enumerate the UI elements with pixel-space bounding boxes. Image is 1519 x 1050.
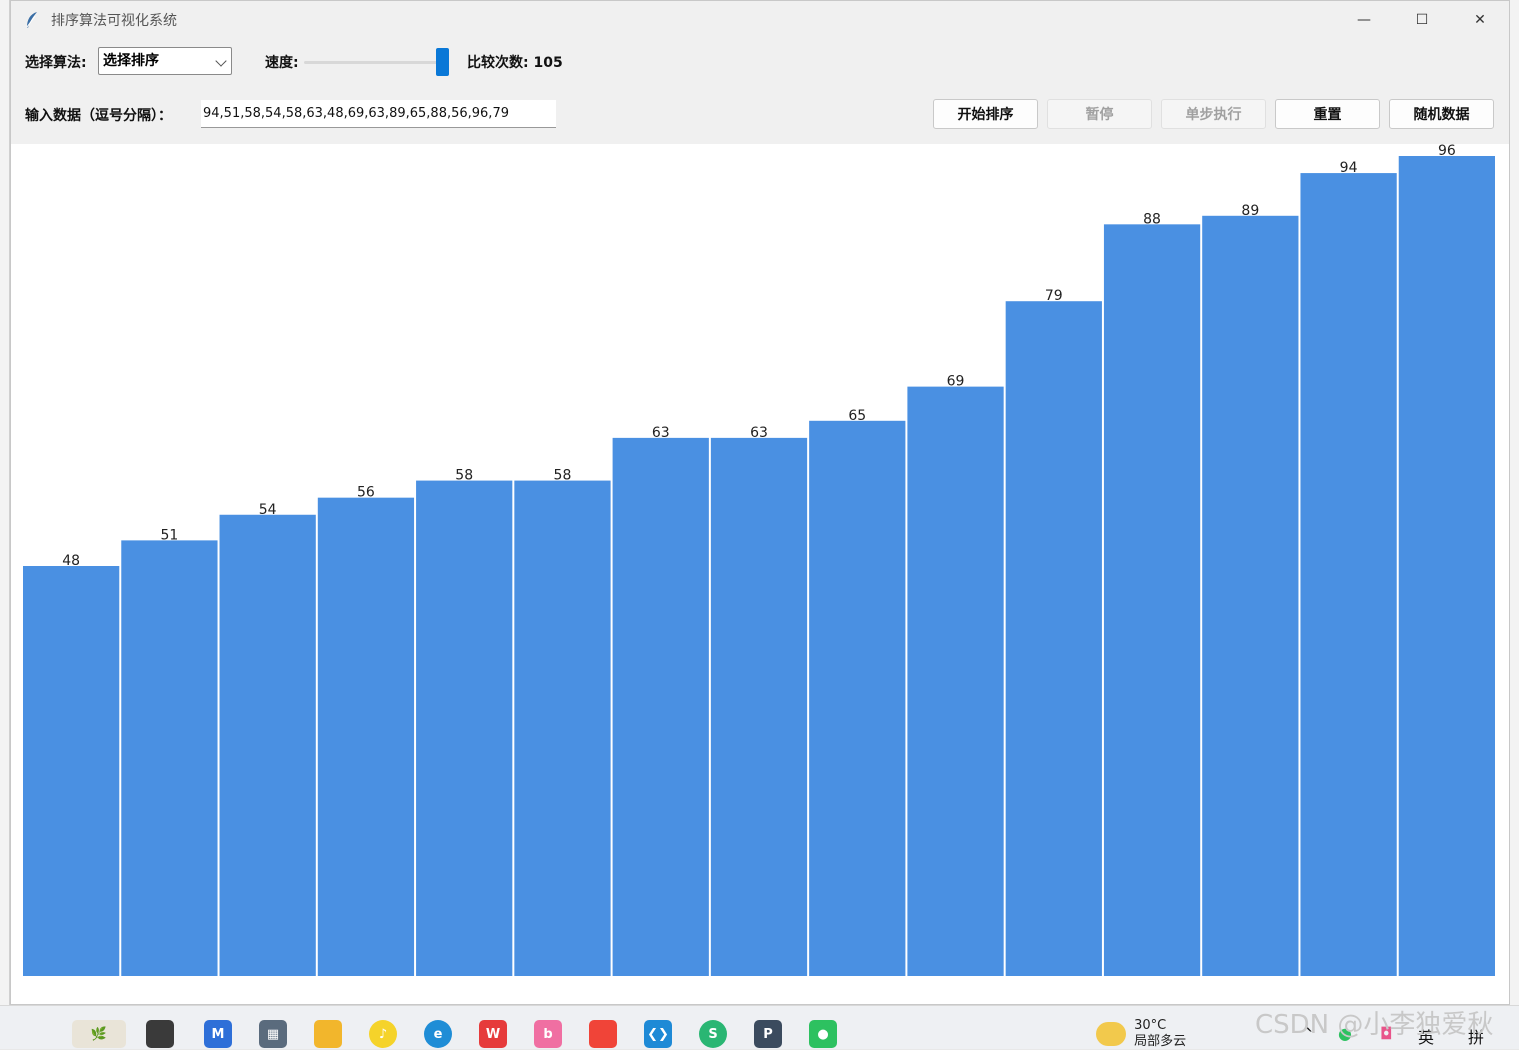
- app-blue-m-icon[interactable]: M: [204, 1020, 232, 1048]
- bar: [710, 437, 808, 976]
- visualization-canvas: 48 51 54 56 58 58 63 63 65 69 79 88 89 94 96: [11, 143, 1509, 1004]
- speed-slider-track: [304, 61, 444, 64]
- bar-value-label: 63: [750, 425, 768, 441]
- music-app-icon[interactable]: ♪: [369, 1020, 397, 1048]
- speed-label: 速度:: [265, 55, 299, 71]
- data-input[interactable]: [201, 100, 556, 128]
- bar: [514, 480, 611, 976]
- bar-value-label: 58: [554, 468, 572, 484]
- green-app-icon[interactable]: S: [699, 1020, 727, 1048]
- bar: [23, 566, 120, 976]
- step-button[interactable]: 单步执行: [1161, 99, 1266, 129]
- pause-button[interactable]: 暂停: [1047, 99, 1152, 129]
- app-window: 排序算法可视化系统 — ☐ ✕ 选择算法: 选择排序 速度: 比较次数: 105…: [10, 0, 1510, 1005]
- close-button[interactable]: ✕: [1451, 1, 1509, 39]
- input-data-label: 输入数据（逗号分隔）：: [25, 108, 172, 124]
- weather-temperature: 30°C: [1134, 1018, 1167, 1033]
- bar-value-label: 94: [1340, 160, 1358, 176]
- weather-description: 局部多云: [1134, 1034, 1187, 1049]
- speed-slider-thumb[interactable]: [436, 48, 449, 76]
- speed-slider[interactable]: [304, 47, 450, 77]
- bar-value-label: 48: [62, 553, 80, 569]
- window-controls: — ☐ ✕: [1335, 1, 1509, 39]
- bar: [317, 497, 415, 976]
- title-bar[interactable]: 排序算法可视化系统 — ☐ ✕: [11, 1, 1509, 39]
- bar: [612, 437, 709, 976]
- bar: [121, 540, 218, 976]
- algorithm-select[interactable]: 选择排序: [98, 47, 232, 75]
- file-explorer-icon[interactable]: [314, 1020, 342, 1048]
- vscode-icon[interactable]: ❮❯: [644, 1020, 672, 1048]
- wps-office-icon[interactable]: W: [479, 1020, 507, 1048]
- bar: [1398, 156, 1495, 976]
- bar: [219, 514, 316, 976]
- bar-value-label: 79: [1045, 288, 1063, 304]
- desktop-background-left: [0, 0, 10, 1005]
- reset-button[interactable]: 重置: [1275, 99, 1380, 129]
- bar: [1103, 224, 1201, 976]
- bar: [1300, 173, 1397, 977]
- bar-value-label: 63: [652, 425, 670, 441]
- data-toolbar: 输入数据（逗号分隔）： 开始排序 暂停 单步执行 重置 随机数据: [11, 89, 1509, 141]
- maximize-button[interactable]: ☐: [1393, 1, 1451, 39]
- minimize-button[interactable]: —: [1335, 1, 1393, 39]
- wechat-icon[interactable]: ●: [809, 1020, 837, 1048]
- window-title: 排序算法可视化系统: [51, 13, 177, 29]
- feather-icon: [21, 9, 43, 31]
- task-view-icon[interactable]: [146, 1020, 174, 1048]
- algorithm-label: 选择算法:: [25, 55, 87, 71]
- bar-value-label: 51: [160, 527, 178, 543]
- start-sort-button[interactable]: 开始排序: [933, 99, 1038, 129]
- compare-count: 比较次数: 105: [467, 55, 563, 71]
- bar-value-label: 69: [947, 374, 965, 390]
- bilibili-icon[interactable]: b: [534, 1020, 562, 1048]
- bar-value-label: 89: [1241, 203, 1259, 219]
- red-app-icon[interactable]: [589, 1020, 617, 1048]
- bar: [416, 480, 513, 976]
- algorithm-toolbar: 选择算法: 选择排序 速度: 比较次数: 105: [11, 39, 1509, 85]
- python-idle-icon[interactable]: P: [754, 1020, 782, 1048]
- weather-cloud-icon: [1096, 1022, 1126, 1046]
- chevron-down-icon: [215, 55, 227, 67]
- bar: [1005, 301, 1102, 976]
- widget-plant-icon[interactable]: 🌿: [72, 1020, 126, 1048]
- bar: [809, 420, 906, 977]
- bar-value-label: 56: [357, 485, 375, 501]
- bar: [907, 386, 1004, 976]
- calculator-icon[interactable]: ▦: [259, 1020, 287, 1048]
- bar-value-label: 96: [1438, 144, 1456, 159]
- edge-browser-icon[interactable]: e: [424, 1020, 452, 1048]
- bar-value-label: 54: [259, 502, 277, 518]
- random-data-button[interactable]: 随机数据: [1389, 99, 1494, 129]
- csdn-watermark: CSDN @小李独爱秋: [1255, 1010, 1494, 1040]
- desktop-background-right: [1510, 0, 1519, 1005]
- bar-chart: 48 51 54 56 58 58 63 63 65 69 79 88 89 94 96: [23, 143, 1495, 977]
- bar-value-label: 88: [1143, 211, 1161, 227]
- bar-value-label: 65: [848, 408, 866, 424]
- bar-value-label: 58: [455, 468, 473, 484]
- bar: [1202, 215, 1299, 977]
- weather-widget[interactable]: 30°C 局部多云: [1096, 1018, 1186, 1050]
- algorithm-select-value: 选择排序: [103, 53, 159, 69]
